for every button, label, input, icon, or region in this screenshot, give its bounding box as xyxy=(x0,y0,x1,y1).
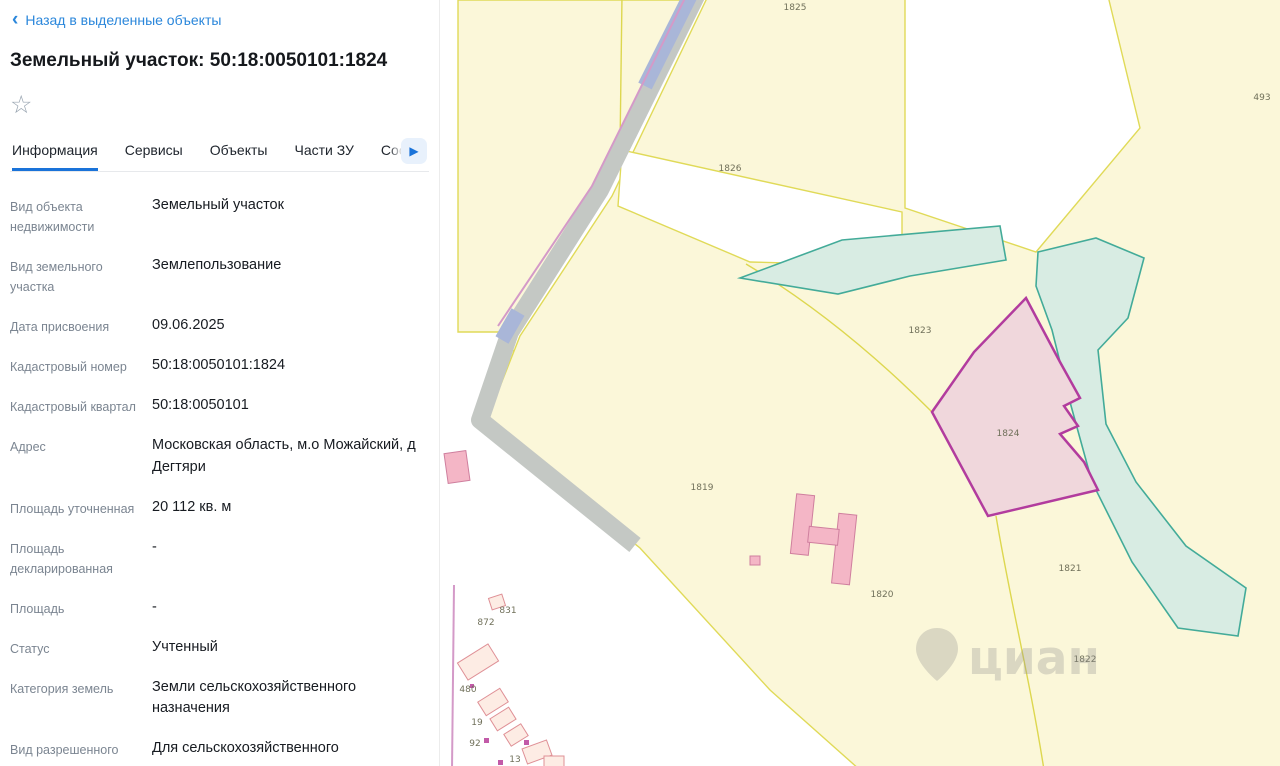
arrow-right-icon: ▶ xyxy=(409,144,418,158)
parcel-label: 872 xyxy=(477,618,494,628)
field-value: - xyxy=(152,597,429,619)
field-row: Площадь - xyxy=(10,588,429,628)
field-value: Земли сельскохозяйственного назначения xyxy=(152,677,429,721)
parcel-label: 1826 xyxy=(719,164,742,174)
field-row: Категория земель Земли сельскохозяйствен… xyxy=(10,668,429,730)
parcel-label: 1825 xyxy=(784,3,807,13)
field-label: Адрес xyxy=(10,435,152,457)
field-row: Вид разрешенного использования Для сельс… xyxy=(10,729,429,766)
field-value: 09.06.2025 xyxy=(152,315,429,337)
field-label: Вид разрешенного использования xyxy=(10,738,152,766)
field-label: Кадастровый номер xyxy=(10,355,152,377)
tab-objects[interactable]: Объекты xyxy=(210,134,268,171)
field-label: Площадь xyxy=(10,597,152,619)
info-panel: ‹ Назад в выделенные объекты Земельный у… xyxy=(0,0,440,766)
field-label: Статус xyxy=(10,637,152,659)
field-value: Учтенный xyxy=(152,637,429,659)
favorite-button[interactable]: ☆ xyxy=(10,88,44,122)
parcel-label: 1820 xyxy=(871,590,894,600)
tab-information[interactable]: Информация xyxy=(12,134,98,171)
field-row: Кадастровый квартал 50:18:0050101 xyxy=(10,386,429,426)
field-label: Дата присвоения xyxy=(10,315,152,337)
parcel-label: 493 xyxy=(1253,93,1270,103)
field-row: Кадастровый номер 50:18:0050101:1824 xyxy=(10,346,429,386)
field-value: Землепользование xyxy=(152,255,429,277)
tabs: Информация Сервисы Объекты Части ЗУ Сост… xyxy=(10,134,429,172)
field-label: Вид объекта недвижимости xyxy=(10,195,152,237)
field-label: Вид земельного участка xyxy=(10,255,152,297)
field-value: - xyxy=(152,537,429,559)
app-window: 1825 493 1826 1823 1824 1819 1820 1821 1… xyxy=(0,0,1280,766)
field-value: Для сельскохозяйственного производства xyxy=(152,738,429,766)
field-value: Московская область, м.о Можайский, д Дег… xyxy=(152,435,429,479)
field-row: Статус Учтенный xyxy=(10,628,429,668)
parcel-label: 1819 xyxy=(691,483,714,493)
parcel-label: 1821 xyxy=(1059,564,1082,574)
parcel-label: 19 xyxy=(471,718,483,728)
watermark-text: циан xyxy=(968,631,1100,686)
field-label: Кадастровый квартал xyxy=(10,395,152,417)
field-row: Адрес Московская область, м.о Можайский,… xyxy=(10,426,429,488)
parcel-label: 480 xyxy=(459,685,476,695)
tab-services[interactable]: Сервисы xyxy=(125,134,183,171)
tabs-overflow-fade: ▶ xyxy=(389,134,429,171)
field-row: Вид объекта недвижимости Земельный участ… xyxy=(10,186,429,246)
field-label: Площадь уточненная xyxy=(10,497,152,519)
edge-building xyxy=(444,451,470,484)
parcel-label: 1823 xyxy=(909,326,932,336)
back-label: Назад в выделенные объекты xyxy=(25,12,221,28)
property-fields: Вид объекта недвижимости Земельный участ… xyxy=(10,186,429,766)
parcel-label-selected: 1824 xyxy=(997,429,1020,439)
back-chevron-icon: ‹ xyxy=(12,13,18,27)
field-label: Категория земель xyxy=(10,677,152,699)
page-title: Земельный участок: 50:18:0050101:1824 xyxy=(10,50,429,72)
parcel-label: 831 xyxy=(499,606,516,616)
field-row: Площадь уточненная 20 112 кв. м xyxy=(10,488,429,528)
field-value: Земельный участок xyxy=(152,195,429,217)
back-link[interactable]: ‹ Назад в выделенные объекты xyxy=(12,12,429,28)
tabs-scroll-right-button[interactable]: ▶ xyxy=(401,138,427,164)
field-value: 50:18:0050101 xyxy=(152,395,429,417)
star-icon: ☆ xyxy=(10,91,32,119)
parcel-label: 92 xyxy=(469,739,480,749)
parcel-label: 13 xyxy=(509,755,520,765)
field-row: Площадь декларированная - xyxy=(10,528,429,588)
field-value: 50:18:0050101:1824 xyxy=(152,355,429,377)
small-building xyxy=(750,556,760,565)
field-row: Вид земельного участка Землепользование xyxy=(10,246,429,306)
field-value: 20 112 кв. м xyxy=(152,497,429,519)
field-label: Площадь декларированная xyxy=(10,537,152,579)
field-row: Дата присвоения 09.06.2025 xyxy=(10,306,429,346)
cadastral-map[interactable]: 1825 493 1826 1823 1824 1819 1820 1821 1… xyxy=(440,0,1280,766)
tab-parts[interactable]: Части ЗУ xyxy=(294,134,353,171)
